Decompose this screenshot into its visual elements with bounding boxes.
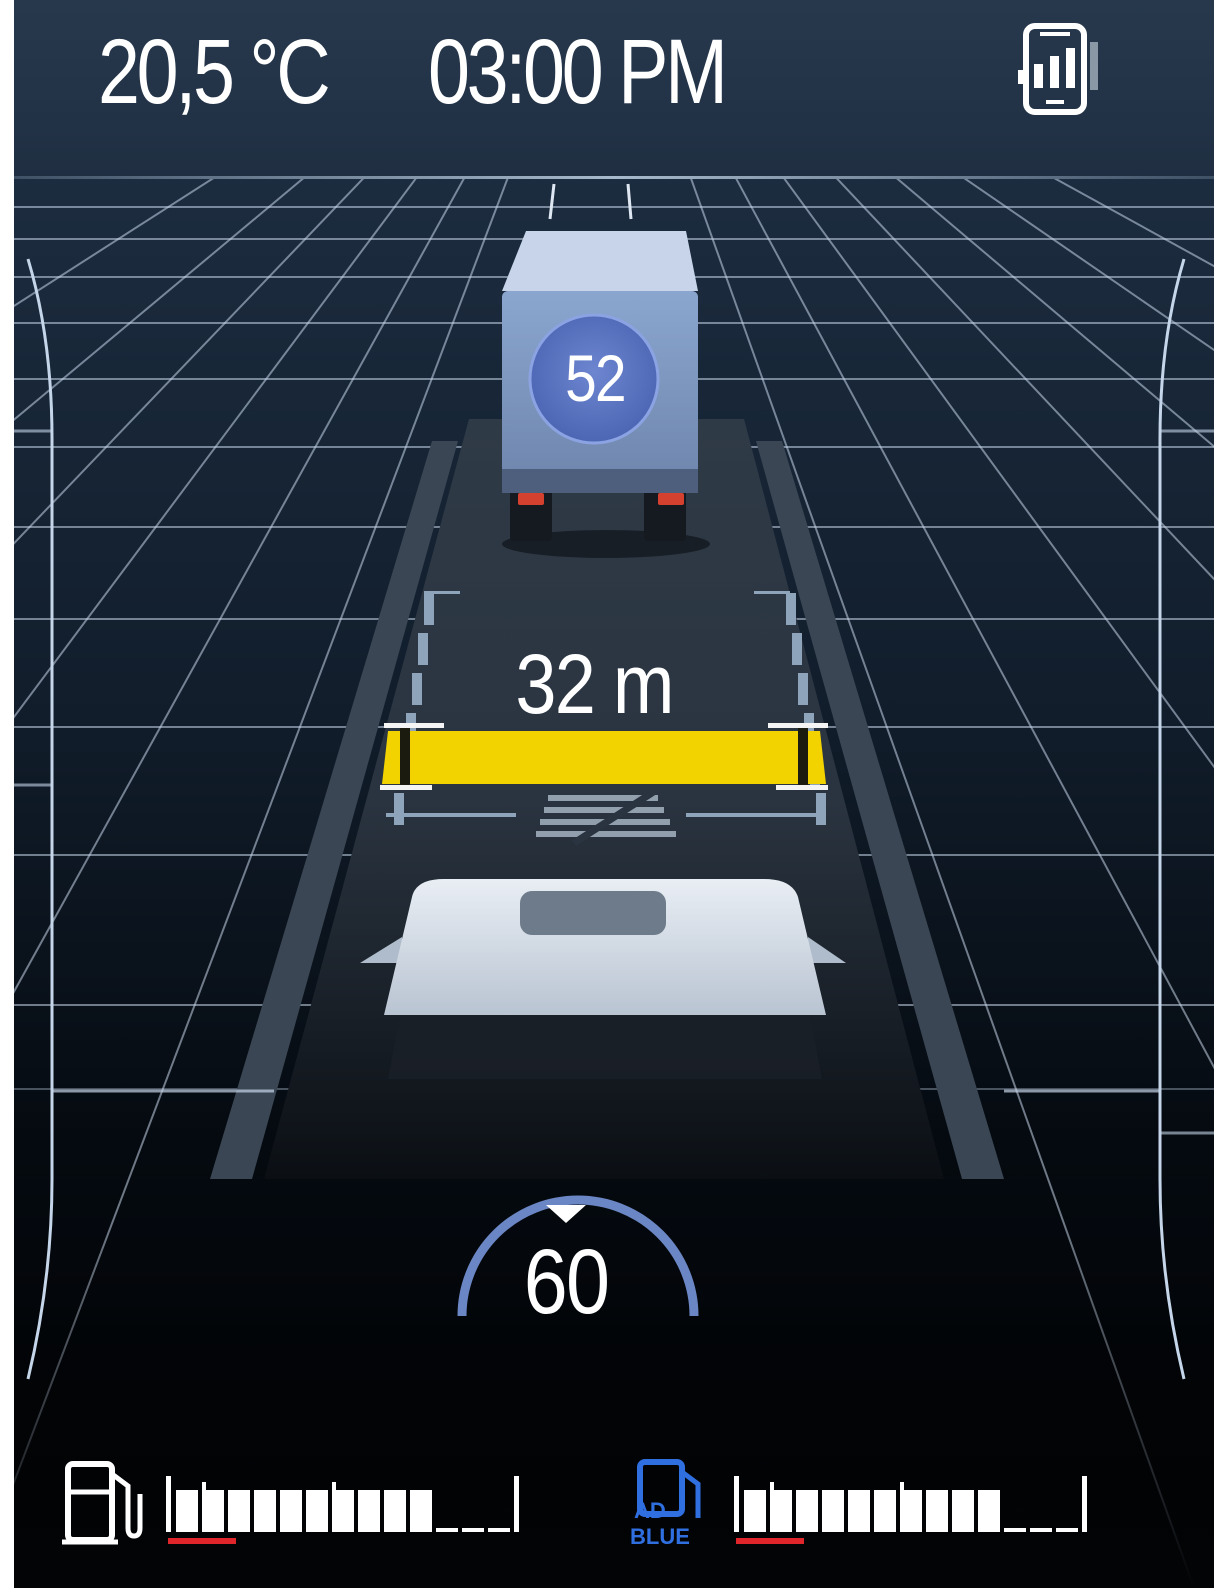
adblue-icon: AD BLUE [630,1459,701,1548]
adblue-reserve-marker [736,1538,804,1544]
fuel-pump-icon [62,1461,143,1545]
far-lane-dashes [548,183,633,220]
cluster-screen: 20,5 °C 03:00 PM 52 32 m 60 AD BLUE [0,0,1214,1588]
adblue-level-segments [734,1476,1087,1532]
set-speed-value: 60 [523,1231,610,1333]
fuel-gauge [58,1452,558,1552]
outside-temperature: 20,5 °C [98,21,331,123]
adblue-icon-text-ad: AD [634,1498,666,1523]
lead-vehicle-speed: 52 [565,341,626,415]
adblue-level-bar [734,1476,1087,1544]
phone-signal-icon [1018,23,1098,115]
screen-edge [0,0,14,1588]
adblue-icon-text-blue: BLUE [630,1524,690,1548]
fuel-reserve-marker [168,1538,236,1544]
following-distance-value: 32 m [515,637,674,731]
fuel-level-segments [166,1476,519,1532]
clock-time: 03:00 PM [428,21,728,123]
adblue-gauge: AD BLUE [626,1452,1126,1552]
fuel-level-bar [166,1476,519,1544]
